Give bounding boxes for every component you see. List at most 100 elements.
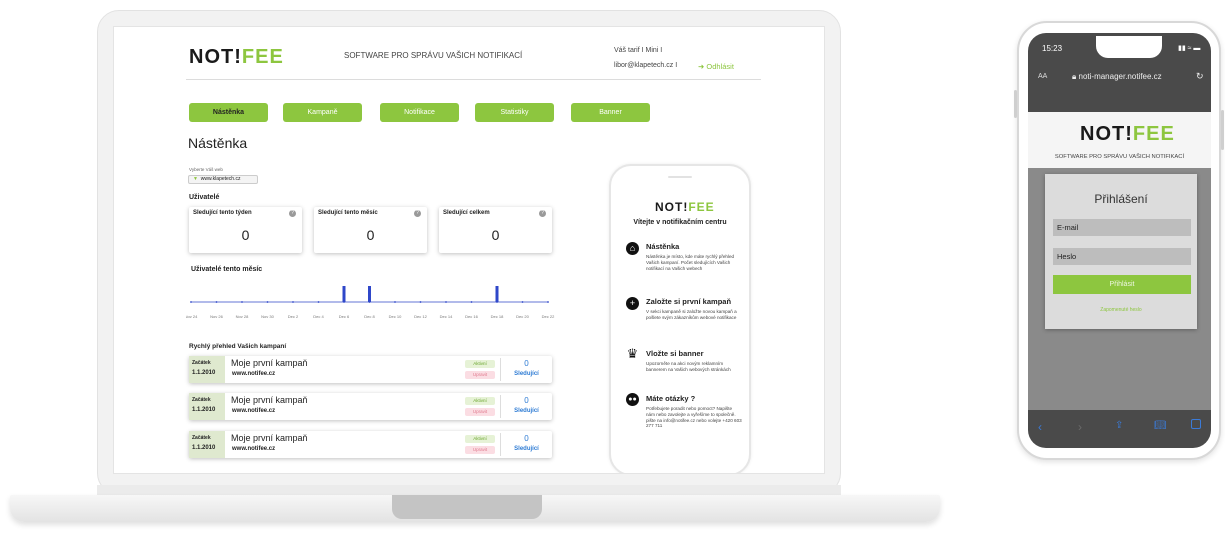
header-divider bbox=[186, 79, 761, 80]
campaign-url: www.notifee.cz bbox=[232, 446, 276, 452]
chart-tick-label: Dec 10 bbox=[389, 314, 402, 319]
nav-banner[interactable]: Banner bbox=[571, 103, 650, 122]
nav-statistiky[interactable]: Statistiky bbox=[475, 103, 554, 122]
nav-nastenka[interactable]: Nástěnka bbox=[189, 103, 268, 122]
followers-count: 0 bbox=[524, 396, 529, 405]
start-label: Začátek bbox=[192, 360, 211, 366]
chart-point bbox=[190, 301, 192, 303]
users-heading: Uživatelé bbox=[189, 194, 220, 201]
chart-point bbox=[445, 301, 447, 303]
reload-icon[interactable]: ↻ bbox=[1196, 71, 1204, 82]
laptop-notch bbox=[392, 495, 542, 519]
campaign-name: Moje první kampaň bbox=[231, 395, 308, 405]
stat-value: 0 bbox=[241, 227, 250, 243]
account-plan: Váš tarif I Mini I bbox=[614, 47, 663, 54]
signal-wifi-battery-icon: ▮▮ ≈ ▬ bbox=[1178, 45, 1201, 52]
help-icon[interactable]: ? bbox=[539, 210, 546, 217]
campaign-start: Začátek 1.1.2010 bbox=[189, 393, 225, 420]
notifee-logo[interactable]: NOT!FEE bbox=[189, 46, 284, 69]
chart-tick-label: Dec 16 bbox=[465, 314, 478, 319]
account-email: libor@klapetech.cz I bbox=[614, 62, 678, 69]
status-badge: Aktivní bbox=[465, 360, 495, 368]
followers-count: 0 bbox=[524, 434, 529, 443]
tabs-icon[interactable] bbox=[1191, 419, 1201, 429]
edit-button[interactable]: Upravit bbox=[465, 446, 495, 454]
status-badge: Aktivní bbox=[465, 435, 495, 443]
login-button[interactable]: Přihlásit bbox=[1053, 275, 1191, 294]
password-field[interactable]: Heslo bbox=[1053, 248, 1191, 265]
chart-point bbox=[241, 301, 243, 303]
campaign-row[interactable]: Začátek 1.1.2010 Moje první kampaň www.no… bbox=[189, 431, 552, 458]
stat-value: 0 bbox=[366, 227, 375, 243]
forward-icon[interactable]: › bbox=[1078, 420, 1082, 434]
logo-part-2: FEE bbox=[688, 200, 715, 214]
chart-tick-label: Dec 14 bbox=[440, 314, 453, 319]
logo-part-2: FEE bbox=[1132, 123, 1175, 145]
chart-tick-label: Dec 20 bbox=[516, 314, 529, 319]
notifee-logo[interactable]: NOT!FEE bbox=[1080, 123, 1175, 146]
start-label: Začátek bbox=[192, 397, 211, 403]
stat-card-week: Sledující tento týden ? 0 bbox=[189, 207, 302, 253]
chart-bar bbox=[342, 286, 346, 302]
phone-power-button bbox=[1221, 110, 1224, 150]
share-icon[interactable]: ⇪ bbox=[1115, 420, 1123, 431]
chart-tick-label: Nov 26 bbox=[210, 314, 223, 319]
chart-tick-label: Nov 30 bbox=[261, 314, 274, 319]
followers-label[interactable]: Sledující bbox=[501, 446, 552, 452]
chart-tick-label: Dec 12 bbox=[414, 314, 427, 319]
nav-kampane[interactable]: Kampaně bbox=[283, 103, 362, 122]
logo-part-1: NOT! bbox=[655, 200, 689, 214]
campaign-row[interactable]: Začátek 1.1.2010 Moje první kampaň www.no… bbox=[189, 356, 552, 383]
section-title: Máte otázky ? bbox=[646, 394, 696, 403]
header-tagline: SOFTWARE PRO SPRÁVU VAŠICH NOTIFIKACÍ bbox=[344, 51, 523, 60]
login-title: Přihlášení bbox=[1094, 192, 1148, 206]
chart-point bbox=[317, 301, 320, 303]
site-select[interactable]: ▼ www.klapetech.cz bbox=[188, 175, 258, 184]
bookmarks-icon[interactable]: 📖︎ bbox=[1154, 420, 1167, 431]
status-badge: Aktivní bbox=[465, 397, 495, 405]
followers-count: 0 bbox=[524, 359, 529, 368]
logout-link[interactable]: ➜ Odhlásit bbox=[698, 62, 734, 71]
stat-label: Sledující tento měsíc bbox=[318, 210, 378, 216]
browser-top-bar: 15:23 ▮▮ ≈ ▬ AA 🔒︎ noti-manager.notifee.… bbox=[1028, 33, 1211, 112]
help-icon[interactable]: ? bbox=[414, 210, 421, 217]
followers-label[interactable]: Sledující bbox=[501, 371, 552, 377]
email-field[interactable]: E-mail bbox=[1053, 219, 1191, 236]
mobile-tagline: SOFTWARE PRO SPRÁVU VAŠICH NOTIFIKACÍ bbox=[1054, 154, 1185, 160]
chart-point bbox=[266, 301, 269, 303]
edit-button[interactable]: Upravit bbox=[465, 408, 495, 416]
laptop-screen: NOT!FEE SOFTWARE PRO SPRÁVU VAŠICH NOTIF… bbox=[113, 26, 825, 474]
notifee-logo: NOT!FEE bbox=[655, 200, 715, 214]
users-chart: Nov 24 Nov 26 Nov 28 Nov 30 Dec 2 Dec 4 Dec 6 D… bbox=[186, 286, 555, 319]
chart-bar bbox=[495, 286, 499, 302]
site-select-label: Vyberte Váš web bbox=[189, 167, 223, 172]
lock-icon: 🔒︎ bbox=[1072, 72, 1077, 81]
back-icon[interactable]: ‹ bbox=[1038, 420, 1042, 434]
chart-tick-label: Nov 24 bbox=[186, 314, 198, 319]
welcome-phone-mockup: NOT!FEE Vítejte v notifikačním centru ⌂ … bbox=[609, 164, 751, 473]
address-bar[interactable]: 🔒︎ noti-manager.notifee.cz bbox=[1072, 72, 1162, 82]
edit-button[interactable]: Upravit bbox=[465, 371, 495, 379]
chart-tick-label: Dec 6 bbox=[339, 314, 350, 319]
help-icon[interactable]: ? bbox=[289, 210, 296, 217]
campaigns-heading: Rychlý přehled Vašich kampaní bbox=[189, 343, 287, 350]
followers-label[interactable]: Sledující bbox=[501, 408, 552, 414]
section-title: Nástěnka bbox=[646, 242, 680, 251]
start-date: 1.1.2010 bbox=[192, 445, 216, 451]
section-title: Založte si první kampaň bbox=[646, 297, 732, 306]
home-icon: ⌂ bbox=[626, 242, 639, 255]
chart-tick-label: Dec 4 bbox=[313, 314, 324, 319]
chart-point bbox=[394, 301, 396, 303]
welcome-title: Vítejte v notifikačním centru bbox=[633, 219, 727, 226]
stat-value: 0 bbox=[491, 227, 500, 243]
section-desc: Potřebujete poradit nebo pomoct? Napište… bbox=[646, 406, 742, 429]
text-size-button[interactable]: AA bbox=[1038, 73, 1047, 80]
chart-point bbox=[470, 301, 473, 303]
chart-tick-label: Dec 18 bbox=[491, 314, 504, 319]
forgot-password-link[interactable]: Zapomenuté heslo bbox=[1045, 307, 1197, 313]
campaign-row[interactable]: Začátek 1.1.2010 Moje první kampaň www.no… bbox=[189, 393, 552, 420]
phone-side-button bbox=[1014, 90, 1017, 118]
laptop-hinge bbox=[97, 485, 841, 495]
nav-notifikace[interactable]: Notifikace bbox=[380, 103, 459, 122]
section-title: Vložte si banner bbox=[646, 349, 704, 358]
